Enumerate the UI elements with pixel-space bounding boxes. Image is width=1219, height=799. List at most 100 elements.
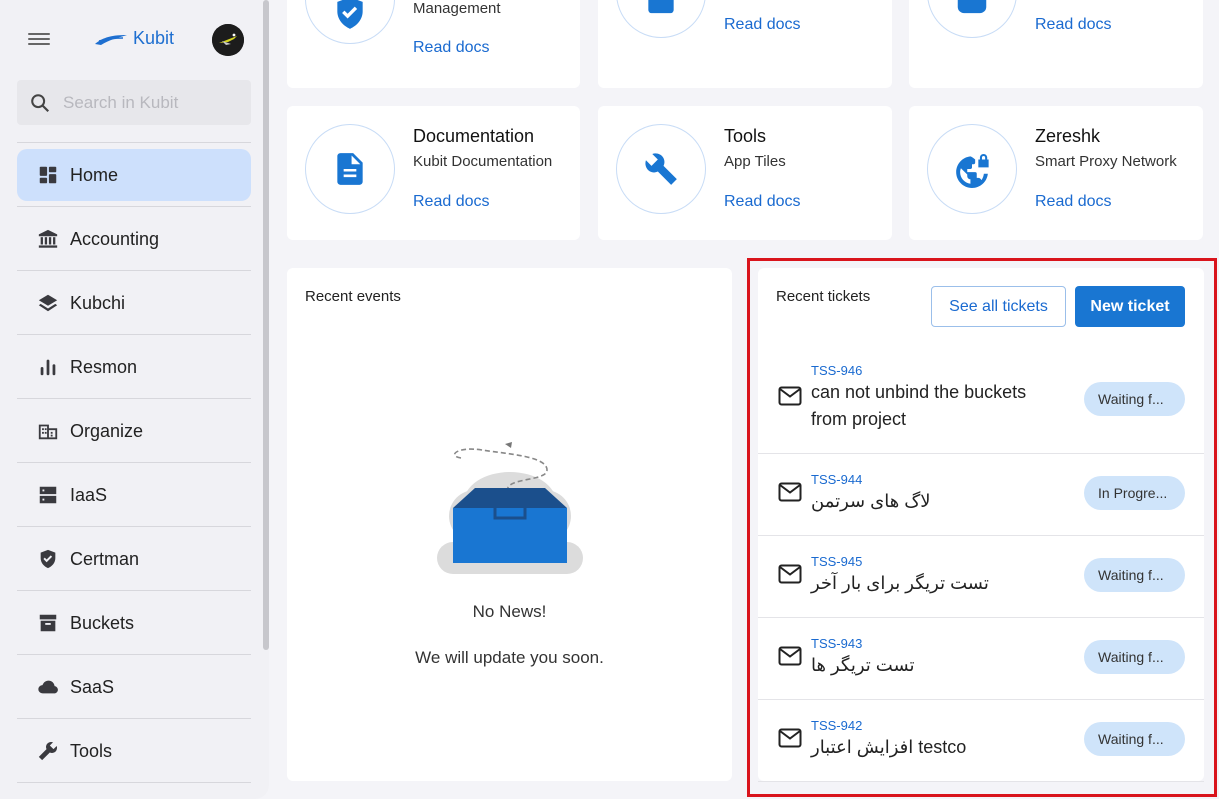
read-docs-link[interactable]: Read docs — [1035, 193, 1112, 211]
kubit-logo-icon — [95, 34, 127, 45]
mail-icon — [778, 564, 802, 584]
panel-title: Recent events — [305, 288, 401, 305]
sidebar-item-saas[interactable]: SaaS — [17, 654, 251, 718]
see-all-tickets-button[interactable]: See all tickets — [931, 286, 1066, 327]
sidebar-item-resmon[interactable]: Resmon — [17, 334, 251, 398]
shield-check-icon — [40, 549, 56, 569]
card-title: Documentation — [413, 126, 535, 146]
card-icon-circle — [616, 124, 706, 214]
status-badge: Waiting f... — [1084, 722, 1185, 756]
ticket-id[interactable]: TSS-942 — [811, 718, 862, 733]
card-subtitle: Smart Proxy Network — [1035, 153, 1177, 170]
read-docs-link[interactable]: Read docs — [413, 39, 490, 57]
logo[interactable]: Kubit — [93, 28, 174, 49]
sidebar-item-iaas[interactable]: IaaS — [17, 462, 251, 526]
ticket-id[interactable]: TSS-943 — [811, 636, 862, 651]
sidebar-item-certman[interactable]: Certman — [17, 526, 251, 590]
globe-lock-icon — [956, 153, 989, 188]
server-icon — [39, 486, 57, 504]
sidebar-item-tools[interactable]: Tools — [17, 718, 251, 782]
ticket-row[interactable]: TSS-943 تست تریگر ها Waiting f... — [758, 618, 1204, 700]
ticket-row[interactable]: TSS-944 لاگ های سرتمن In Progre... — [758, 454, 1204, 536]
ticket-id[interactable]: TSS-945 — [811, 554, 862, 569]
ticket-row[interactable]: TSS-942 افزایش اعتبار testco Waiting f..… — [758, 700, 1204, 782]
sidebar-item-label: Certman — [70, 548, 140, 569]
service-card[interactable]: Read docs — [909, 0, 1203, 88]
service-card-tools[interactable]: Tools App Tiles Read docs — [598, 106, 892, 240]
search-box[interactable] — [17, 80, 251, 125]
ticket-title: افزایش اعتبار testco — [811, 737, 967, 757]
service-card-zereshk[interactable]: Zereshk Smart Proxy Network Read docs — [909, 106, 1203, 240]
sidebar-item-label: Organize — [70, 420, 144, 441]
recent-events-panel: Recent events No News! We will update yo… — [287, 268, 732, 781]
bank-icon — [38, 229, 58, 248]
status-text: Waiting f... — [1098, 567, 1164, 583]
mail-icon — [778, 646, 802, 666]
mail-icon — [778, 728, 802, 748]
sidebar-item-label: Buckets — [70, 612, 135, 633]
status-text: Waiting f... — [1098, 391, 1164, 407]
card-icon-circle — [305, 124, 395, 214]
service-card-documentation[interactable]: Documentation Kubit Documentation Read d… — [287, 106, 580, 240]
ticket-title: تست تریگر ها — [811, 655, 915, 675]
sidebar-item-home[interactable]: Home — [17, 142, 251, 206]
empty-state-title: No News! — [472, 602, 547, 621]
avatar[interactable] — [212, 24, 244, 56]
sidebar-nav: Home Accounting Kubchi Resmon Organize I… — [17, 142, 251, 783]
dashboard-icon — [39, 166, 57, 184]
status-text: Waiting f... — [1098, 649, 1164, 665]
sidebar-item-label: Resmon — [70, 356, 138, 377]
card-icon-circle — [927, 124, 1017, 214]
card-title: Zereshk — [1035, 126, 1101, 146]
mail-icon — [778, 482, 802, 502]
card-icon-circle — [616, 0, 706, 38]
sidebar-item-buckets[interactable]: Buckets — [17, 590, 251, 654]
sidebar-item-organize[interactable]: Organize — [17, 398, 251, 462]
read-docs-link[interactable]: Read docs — [724, 193, 801, 211]
card-title: Tools — [724, 126, 767, 146]
layers-icon — [38, 294, 58, 312]
service-card[interactable]: Read docs — [598, 0, 892, 88]
sidebar-item-label: Home — [70, 164, 119, 185]
card-icon-circle — [927, 0, 1017, 38]
ticket-id[interactable]: TSS-944 — [811, 472, 862, 487]
divider — [17, 782, 251, 783]
bar-chart-icon — [40, 359, 56, 376]
service-card-certman[interactable]: Management Read docs — [287, 0, 580, 88]
sidebar-header: Kubit — [0, 0, 263, 80]
archive-icon — [39, 614, 57, 632]
document-icon — [337, 153, 363, 185]
sidebar-item-label: Accounting — [70, 228, 160, 249]
panel-title: Recent tickets — [776, 288, 871, 305]
search-icon — [31, 93, 50, 112]
new-ticket-button[interactable]: New ticket — [1075, 286, 1185, 327]
read-docs-link[interactable]: Read docs — [1035, 16, 1112, 34]
sidebar-item-kubchi[interactable]: Kubchi — [17, 270, 251, 334]
card-subtitle: Kubit Documentation — [413, 153, 553, 170]
ticket-title: لاگ های سرتمن — [811, 491, 931, 511]
status-badge: Waiting f... — [1084, 382, 1185, 416]
wrench-icon — [38, 741, 58, 761]
status-badge: Waiting f... — [1084, 640, 1185, 674]
wrench-icon — [645, 153, 677, 185]
shield-check-icon — [337, 0, 363, 29]
card-icon-circle — [305, 0, 395, 44]
sidebar-item-accounting[interactable]: Accounting — [17, 206, 251, 270]
status-text: Waiting f... — [1098, 731, 1164, 747]
ticket-row[interactable]: TSS-946 can not unbind the buckets from … — [758, 350, 1204, 454]
sidebar-item-label: Kubchi — [70, 292, 126, 313]
card-subtitle: App Tiles — [724, 153, 786, 170]
ticket-row[interactable]: TSS-945 تست تریگر برای بار آخر Waiting f… — [758, 536, 1204, 618]
status-badge: In Progre... — [1084, 476, 1185, 510]
read-docs-link[interactable]: Read docs — [724, 16, 801, 34]
empty-state-subtitle: We will update you soon. — [415, 648, 604, 667]
ticket-id[interactable]: TSS-946 — [811, 363, 862, 378]
menu-icon[interactable] — [28, 30, 50, 50]
read-docs-link[interactable]: Read docs — [413, 193, 490, 211]
card-subtitle: Management — [413, 0, 501, 17]
sidebar-scrollbar[interactable] — [263, 0, 269, 650]
sidebar: Kubit Home Accounting — [0, 0, 269, 799]
building-icon — [38, 424, 58, 440]
search-input[interactable] — [63, 92, 233, 113]
square-icon — [648, 0, 674, 14]
